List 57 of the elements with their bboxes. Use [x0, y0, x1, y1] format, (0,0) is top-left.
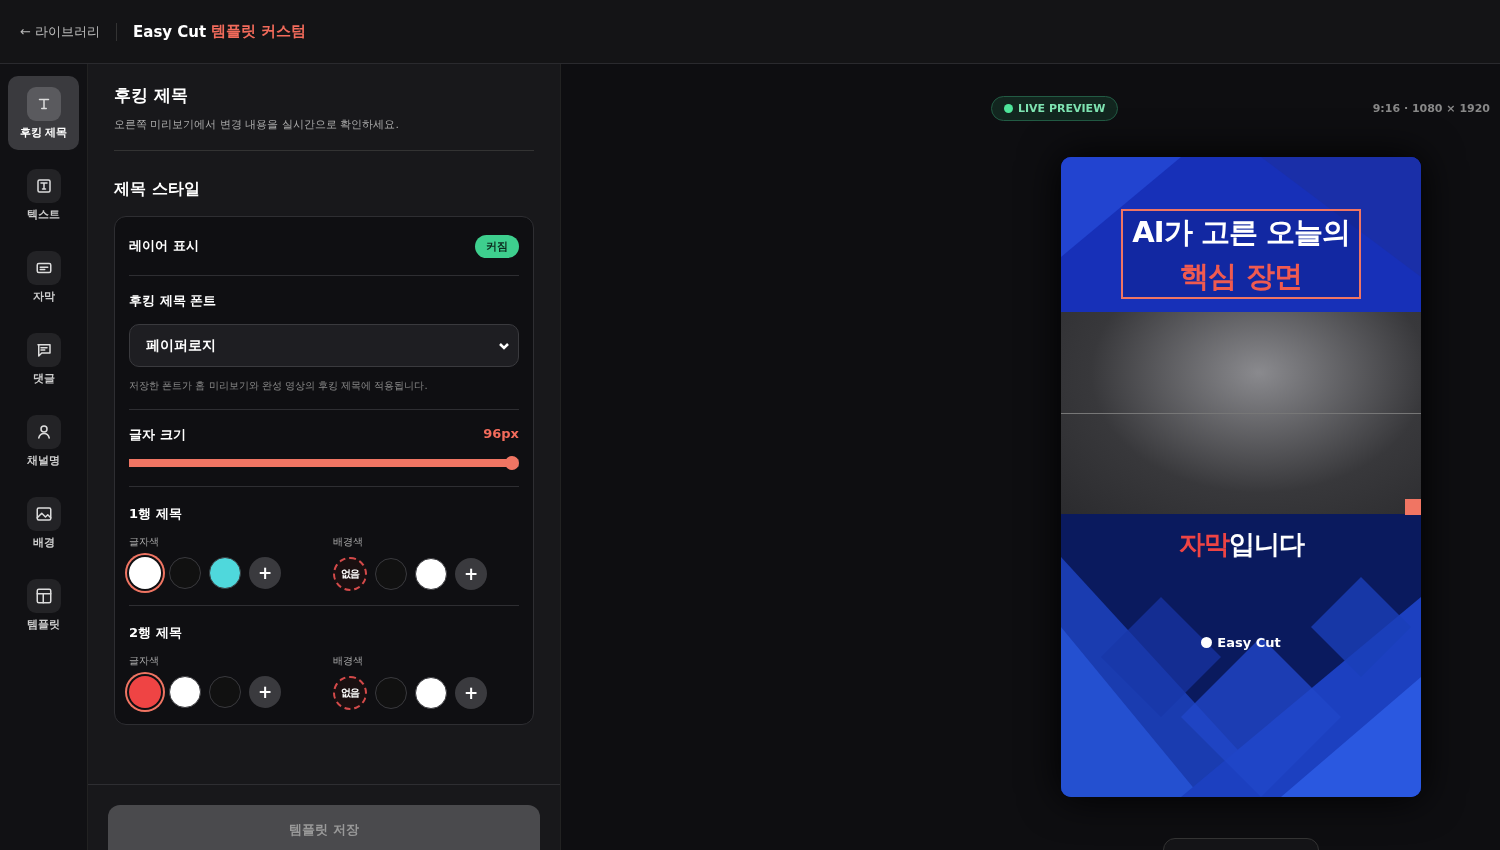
caption-text: 입니다 — [1228, 528, 1304, 561]
sidebar-item[interactable]: 채널명 — [8, 404, 79, 478]
sidebar-item[interactable]: 자막 — [8, 240, 79, 314]
color-swatch[interactable] — [415, 677, 447, 709]
color-label: 배경색 — [333, 654, 364, 668]
sidebar-item[interactable]: 배경 — [8, 486, 79, 560]
section-title: 제목 스타일 — [114, 179, 201, 200]
image-icon — [34, 504, 53, 523]
color-label: 글자색 — [129, 535, 160, 549]
live-dot-icon — [1004, 104, 1013, 113]
color-swatch[interactable] — [375, 558, 407, 590]
text-icon — [34, 176, 53, 195]
page-title: 템플릿 커스텀 — [211, 22, 307, 41]
line-title: 2행 제목 — [129, 624, 183, 642]
dot-icon — [1201, 637, 1213, 648]
size-slider[interactable] — [129, 456, 519, 470]
visibility-toggle[interactable]: 커짐 — [475, 234, 519, 258]
panel-description: 오른쪽 미리보기에서 변경 내용을 실시간으로 확인하세요. — [114, 117, 534, 151]
live-preview-badge: LIVE PREVIEW — [991, 96, 1119, 121]
caption-text: 자막 — [1178, 528, 1229, 561]
panel-title: 후킹 제목 — [114, 84, 189, 107]
sidebar-item[interactable]: 댓글 — [8, 322, 79, 396]
font-label: 후킹 제목 폰트 — [129, 292, 218, 310]
font-dropdown[interactable]: 페이퍼로지 — [129, 324, 519, 367]
color-swatch[interactable] — [129, 557, 161, 589]
aspect-info: 9:16 · 1080 × 1920 — [1372, 102, 1490, 115]
color-label: 배경색 — [333, 535, 364, 549]
app-title: Easy Cut — [133, 22, 207, 41]
color-swatch[interactable] — [209, 557, 241, 589]
no-color-swatch[interactable]: 없음 — [333, 676, 367, 710]
color-swatch[interactable] — [169, 557, 201, 589]
no-color-swatch[interactable]: 없음 — [333, 557, 367, 591]
line-title: 1행 제목 — [129, 505, 183, 523]
add-color-button[interactable]: + — [455, 677, 487, 709]
color-swatch[interactable] — [375, 677, 407, 709]
add-color-button[interactable]: + — [455, 558, 487, 590]
title-line: AI가 고른 오늘의 — [1132, 214, 1350, 251]
size-value: 96px — [483, 426, 519, 443]
add-color-button[interactable]: + — [249, 557, 281, 589]
watermark-text: Easy Cut — [1217, 635, 1281, 650]
layout-icon — [34, 586, 53, 605]
back-link[interactable]: ← 라이브러리 — [20, 22, 118, 41]
sidebar-item[interactable]: 후킹 제목 — [8, 76, 79, 150]
font-hint: 저장한 폰트가 홈 미리보기와 완성 영상의 후킹 제목에 적용됩니다. — [129, 379, 429, 393]
layer-label: 레이어 표시 — [129, 237, 199, 255]
title-box[interactable]: AI가 고른 오늘의 핵심 장면 — [1121, 209, 1361, 299]
size-label: 글자 크기 — [129, 426, 186, 444]
color-swatch[interactable] — [129, 676, 161, 708]
color-swatch[interactable] — [415, 558, 447, 590]
sidebar-item[interactable]: 텍스트 — [8, 158, 79, 232]
color-swatch[interactable] — [169, 676, 201, 708]
title-line: 핵심 장면 — [1180, 258, 1302, 295]
resize-handle[interactable] — [1405, 499, 1421, 515]
color-label: 글자색 — [129, 654, 160, 668]
add-color-button[interactable]: + — [249, 676, 281, 708]
sidebar-item[interactable]: 템플릿 — [8, 568, 79, 642]
color-swatch[interactable] — [209, 676, 241, 708]
